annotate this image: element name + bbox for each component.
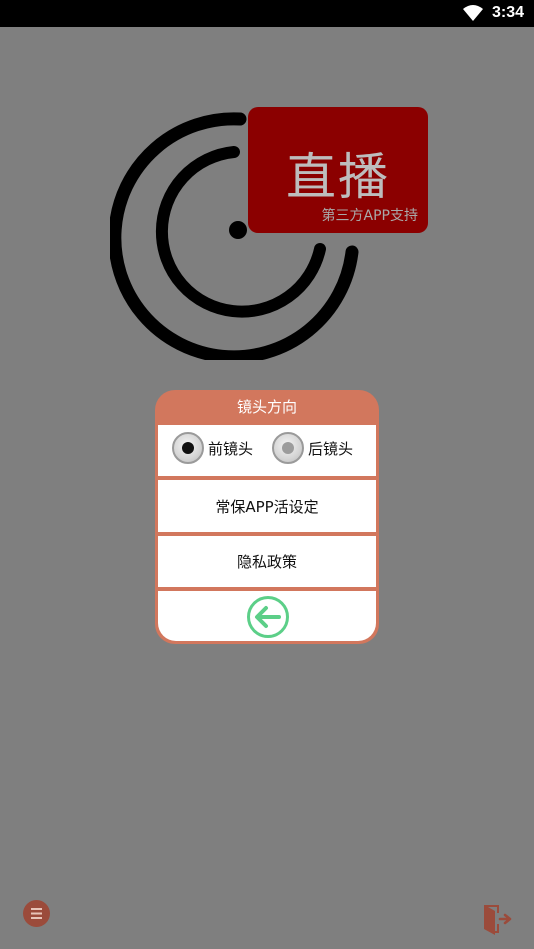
menu-icon	[31, 908, 42, 919]
back-arrow-icon[interactable]	[246, 595, 290, 639]
radio-front-indicator[interactable]	[172, 432, 204, 464]
status-bar: 3:34	[0, 0, 534, 27]
radio-back-camera[interactable]: 后镜头	[272, 432, 353, 464]
privacy-policy-label: 隐私政策	[236, 553, 297, 571]
logo-center-dot	[229, 221, 247, 239]
status-time: 3:34	[491, 4, 524, 21]
camera-direction-dialog: 镜头方向 前镜头 后镜头 常保APP活设定 隐私政策	[155, 390, 379, 644]
wifi-icon	[463, 5, 483, 21]
radio-back-indicator[interactable]	[272, 432, 304, 464]
dialog-title: 镜头方向	[236, 398, 297, 416]
radio-front-camera[interactable]: 前镜头	[172, 432, 253, 464]
radio-front-label: 前镜头	[208, 439, 254, 458]
badge-title: 直播	[286, 148, 390, 206]
radio-back-label: 后镜头	[308, 439, 354, 458]
exit-door-icon[interactable]	[482, 904, 512, 936]
camera-radio-group: 前镜头 后镜头	[158, 425, 376, 476]
live-badge: 直播 第三方APP支持	[248, 107, 428, 233]
keep-alive-label: 常保APP活设定	[215, 497, 319, 516]
keep-alive-button[interactable]: 常保APP活设定	[158, 480, 376, 532]
privacy-policy-button[interactable]: 隐私政策	[158, 536, 376, 587]
back-row	[158, 591, 376, 641]
badge-subtitle: 第三方APP支持	[321, 208, 418, 224]
menu-button[interactable]	[23, 900, 50, 927]
